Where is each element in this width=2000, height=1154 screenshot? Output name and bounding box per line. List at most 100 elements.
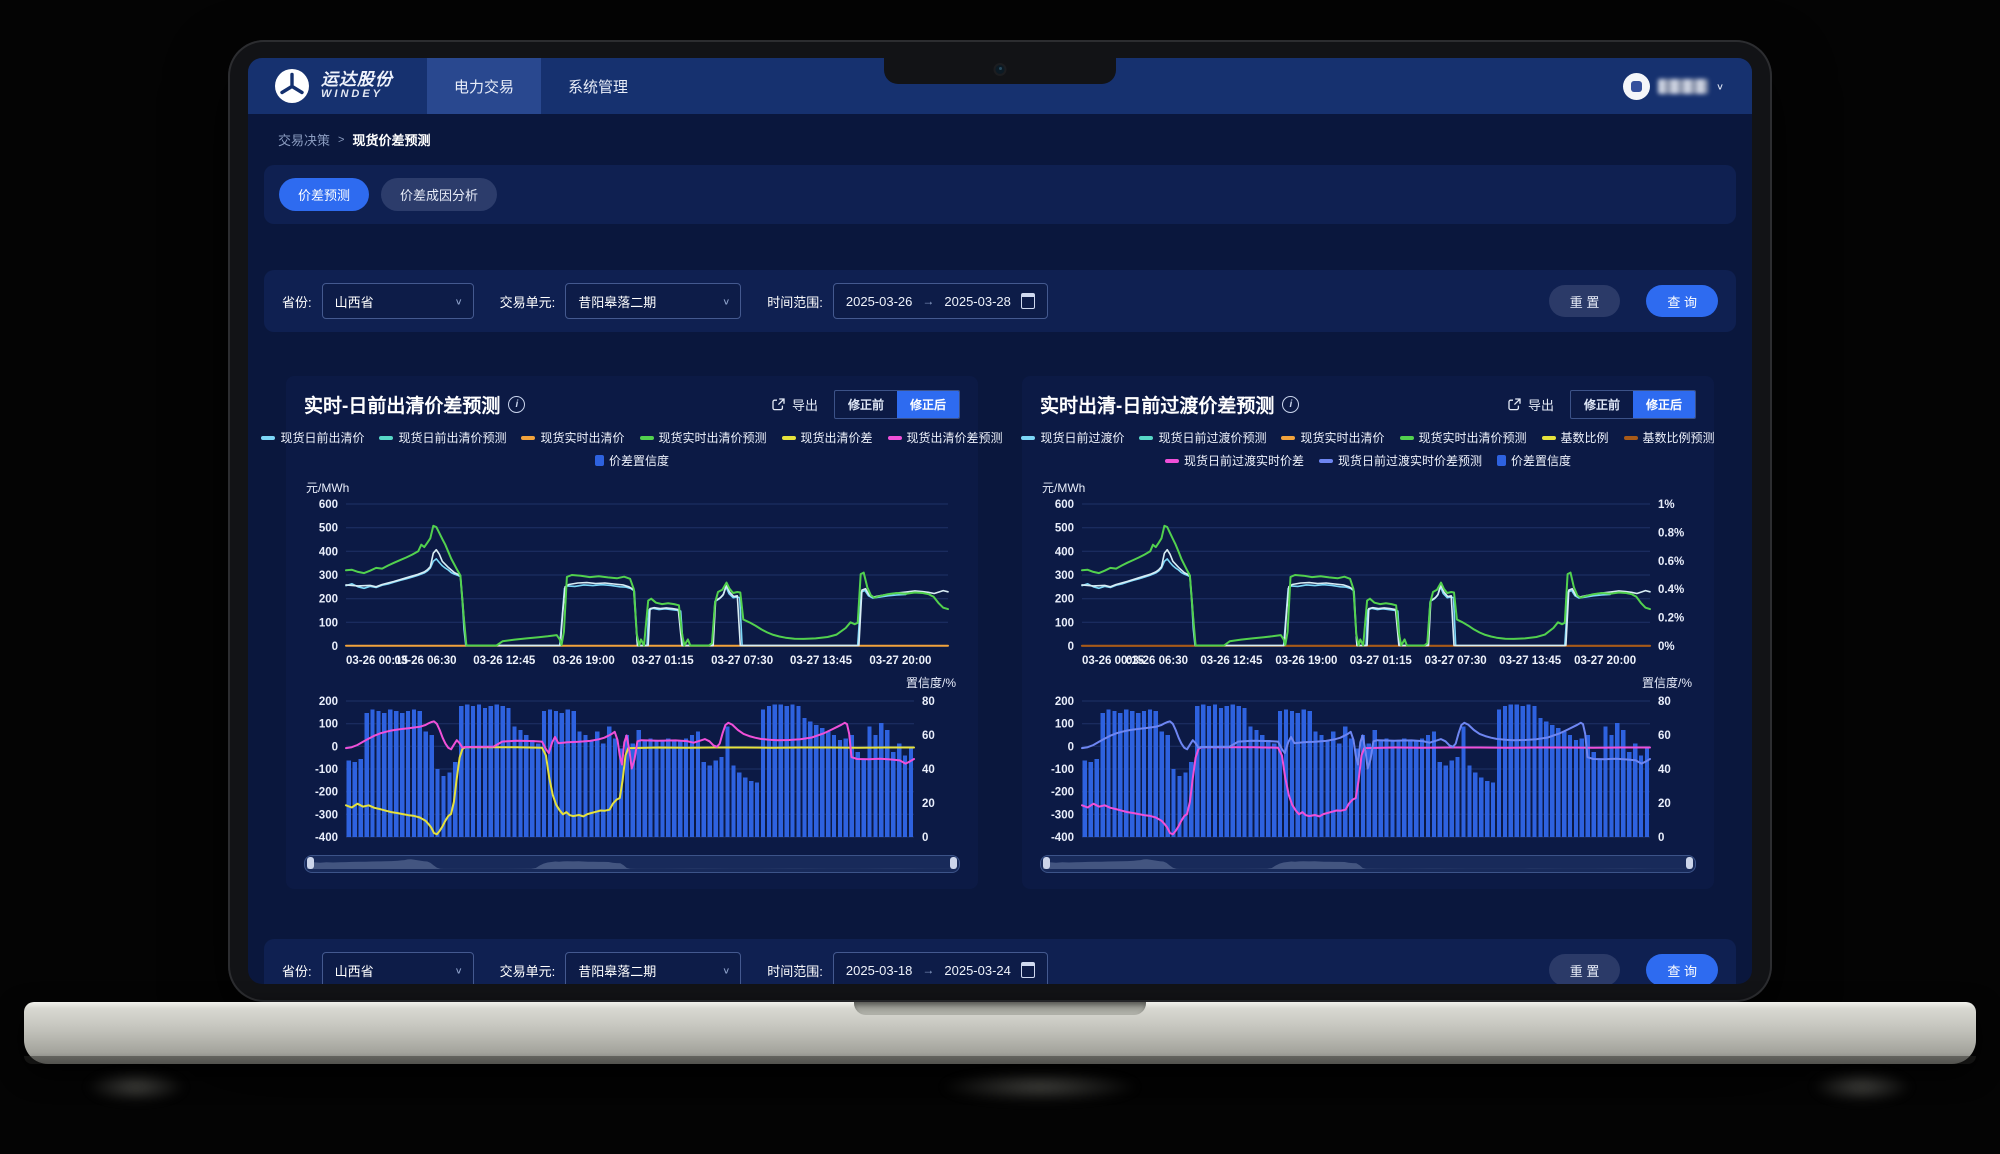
svg-text:03-27 01:15: 03-27 01:15 bbox=[1350, 655, 1413, 667]
tab-price-diff-forecast[interactable]: 价差预测 bbox=[279, 178, 369, 211]
user-menu[interactable]: ∨ bbox=[1623, 58, 1752, 114]
chevron-down-icon: ∨ bbox=[722, 965, 730, 975]
legend-item[interactable]: 现货日前出清价 bbox=[261, 429, 364, 446]
legend-item[interactable]: 基数比例 bbox=[1542, 429, 1609, 446]
legend-swatch bbox=[261, 436, 275, 440]
reset-button[interactable]: 重 置 bbox=[1549, 954, 1621, 984]
date-range-picker[interactable]: 2025-03-26 → 2025-03-28 bbox=[833, 283, 1048, 319]
trading-unit-select[interactable]: 昔阳皋落二期 ∨ bbox=[565, 952, 741, 984]
legend-label: 现货日前过渡价预测 bbox=[1158, 429, 1266, 446]
legend-item[interactable]: 现货出清价差预测 bbox=[888, 429, 1003, 446]
query-button[interactable]: 查 询 bbox=[1646, 285, 1718, 317]
chevron-down-icon[interactable]: ∨ bbox=[1716, 81, 1724, 91]
legend-item[interactable]: 现货实时出清价预测 bbox=[640, 429, 767, 446]
info-icon[interactable]: i bbox=[508, 396, 525, 413]
brand-name-en: WINDEY bbox=[321, 89, 393, 101]
price-line-chart[interactable]: 600500400300200100003-26 00:1503-26 06:3… bbox=[304, 496, 960, 672]
legend-label: 价差置信度 bbox=[1511, 452, 1571, 469]
legend-label: 现货日前出清价预测 bbox=[398, 429, 506, 446]
arrow-right-icon: → bbox=[922, 294, 934, 308]
username-redacted bbox=[1658, 79, 1708, 94]
svg-text:80: 80 bbox=[922, 696, 935, 708]
svg-text:100: 100 bbox=[319, 617, 338, 629]
export-label: 导出 bbox=[1528, 395, 1554, 414]
toggle-after-correction[interactable]: 修正后 bbox=[897, 391, 959, 418]
svg-text:100: 100 bbox=[1055, 617, 1074, 629]
svg-text:600: 600 bbox=[319, 499, 338, 511]
province-value: 山西省 bbox=[335, 292, 374, 311]
toggle-before-correction[interactable]: 修正前 bbox=[1571, 391, 1633, 418]
svg-text:40: 40 bbox=[922, 764, 935, 776]
export-button[interactable]: 导出 bbox=[1507, 395, 1554, 414]
legend-item[interactable]: 现货实时出清价 bbox=[521, 429, 624, 446]
chevron-down-icon: ∨ bbox=[455, 965, 463, 975]
toggle-before-correction[interactable]: 修正前 bbox=[835, 391, 897, 418]
nav-item-system-management[interactable]: 系统管理 bbox=[541, 58, 655, 114]
legend-item[interactable]: 现货日前过渡实时价差 bbox=[1165, 452, 1304, 469]
svg-text:03-26 12:45: 03-26 12:45 bbox=[1200, 655, 1263, 667]
svg-text:0: 0 bbox=[1068, 741, 1074, 753]
datazoom-slider[interactable] bbox=[1040, 855, 1696, 873]
legend-item[interactable]: 现货日前过渡价 bbox=[1021, 429, 1124, 446]
y-axis-unit-label: 元/MWh bbox=[306, 479, 960, 496]
legend-item[interactable]: 现货日前过渡实时价差预测 bbox=[1319, 452, 1482, 469]
legend-label: 现货日前过渡价 bbox=[1040, 429, 1124, 446]
diff-confidence-chart[interactable]: 2001000-100-200-300-400806040200 bbox=[1040, 693, 1696, 845]
date-range-picker[interactable]: 2025-03-18 → 2025-03-24 bbox=[833, 952, 1048, 984]
charts-row: 实时-日前出清价差预测 i 导出 修正前 修正后 bbox=[286, 376, 1714, 889]
svg-text:0.6%: 0.6% bbox=[1658, 556, 1684, 568]
svg-text:03-27 07:30: 03-27 07:30 bbox=[1425, 655, 1487, 667]
datazoom-slider[interactable] bbox=[304, 855, 960, 873]
tab-price-diff-cause-analysis[interactable]: 价差成因分析 bbox=[381, 178, 497, 211]
laptop-foot-shadow bbox=[1812, 1072, 1912, 1102]
svg-text:200: 200 bbox=[319, 594, 338, 606]
svg-text:03-26 19:00: 03-26 19:00 bbox=[553, 655, 615, 667]
legend-label: 现货实时出清价预测 bbox=[1419, 429, 1527, 446]
brand-logo: 运达股份 WINDEY bbox=[248, 58, 427, 114]
price-line-chart[interactable]: 60050040030020010001%0.8%0.6%0.4%0.2%0%0… bbox=[1040, 496, 1696, 672]
trading-unit-select[interactable]: 昔阳皋落二期 ∨ bbox=[565, 283, 741, 319]
legend-item[interactable]: 现货出清价差 bbox=[782, 429, 873, 446]
chart-svg: 60050040030020010001%0.8%0.6%0.4%0.2%0%0… bbox=[1040, 496, 1696, 672]
legend-swatch bbox=[1319, 459, 1333, 463]
date-end[interactable]: 2025-03-28 bbox=[944, 294, 1011, 309]
legend-item[interactable]: 基数比例预测 bbox=[1624, 429, 1715, 446]
legend-row: 价差置信度 bbox=[304, 452, 960, 469]
legend-item[interactable]: 现货实时出清价预测 bbox=[1400, 429, 1527, 446]
panel-title: 实时出清-日前过渡价差预测 bbox=[1040, 391, 1274, 418]
confidence-axis-label: 置信度/% bbox=[1040, 674, 1692, 691]
nav-item-power-trading[interactable]: 电力交易 bbox=[427, 58, 541, 114]
reset-button[interactable]: 重 置 bbox=[1549, 285, 1621, 317]
svg-text:200: 200 bbox=[1055, 594, 1074, 606]
query-button[interactable]: 查 询 bbox=[1646, 954, 1718, 984]
date-end[interactable]: 2025-03-24 bbox=[944, 963, 1011, 978]
breadcrumb-separator: > bbox=[338, 134, 344, 146]
legend-label: 现货日前出清价 bbox=[280, 429, 364, 446]
province-select[interactable]: 山西省 ∨ bbox=[322, 283, 474, 319]
legend-item[interactable]: 价差置信度 bbox=[595, 452, 669, 469]
svg-text:1%: 1% bbox=[1658, 499, 1675, 511]
breadcrumb-parent[interactable]: 交易决策 bbox=[278, 130, 330, 149]
legend-item[interactable]: 价差置信度 bbox=[1497, 452, 1571, 469]
filter-bar-top: 省份: 山西省 ∨ 交易单元: 昔阳皋落二期 ∨ 时间范围: 2025-03-2… bbox=[264, 270, 1736, 332]
info-icon[interactable]: i bbox=[1282, 396, 1299, 413]
legend-item[interactable]: 现货日前过渡价预测 bbox=[1139, 429, 1266, 446]
diff-confidence-chart[interactable]: 2001000-100-200-300-400806040200 bbox=[304, 693, 960, 845]
toggle-after-correction[interactable]: 修正后 bbox=[1633, 391, 1695, 418]
export-button[interactable]: 导出 bbox=[771, 395, 818, 414]
tab-bar: 价差预测 价差成因分析 bbox=[264, 165, 1736, 224]
legend-label: 现货实时出清价预测 bbox=[659, 429, 767, 446]
svg-text:0.4%: 0.4% bbox=[1658, 584, 1684, 596]
svg-text:03-27 07:30: 03-27 07:30 bbox=[711, 655, 773, 667]
province-select[interactable]: 山西省 ∨ bbox=[322, 952, 474, 984]
date-start[interactable]: 2025-03-26 bbox=[846, 294, 913, 309]
svg-text:600: 600 bbox=[1055, 499, 1074, 511]
legend-item[interactable]: 现货日前出清价预测 bbox=[379, 429, 506, 446]
legend-item[interactable]: 现货实时出清价 bbox=[1281, 429, 1384, 446]
legend-label: 现货日前过渡实时价差 bbox=[1184, 452, 1304, 469]
correction-toggle: 修正前 修正后 bbox=[1570, 390, 1696, 419]
windey-logo-icon bbox=[274, 68, 310, 104]
avatar[interactable] bbox=[1623, 73, 1650, 100]
date-start[interactable]: 2025-03-18 bbox=[846, 963, 913, 978]
svg-text:03-26 19:00: 03-26 19:00 bbox=[1275, 655, 1337, 667]
